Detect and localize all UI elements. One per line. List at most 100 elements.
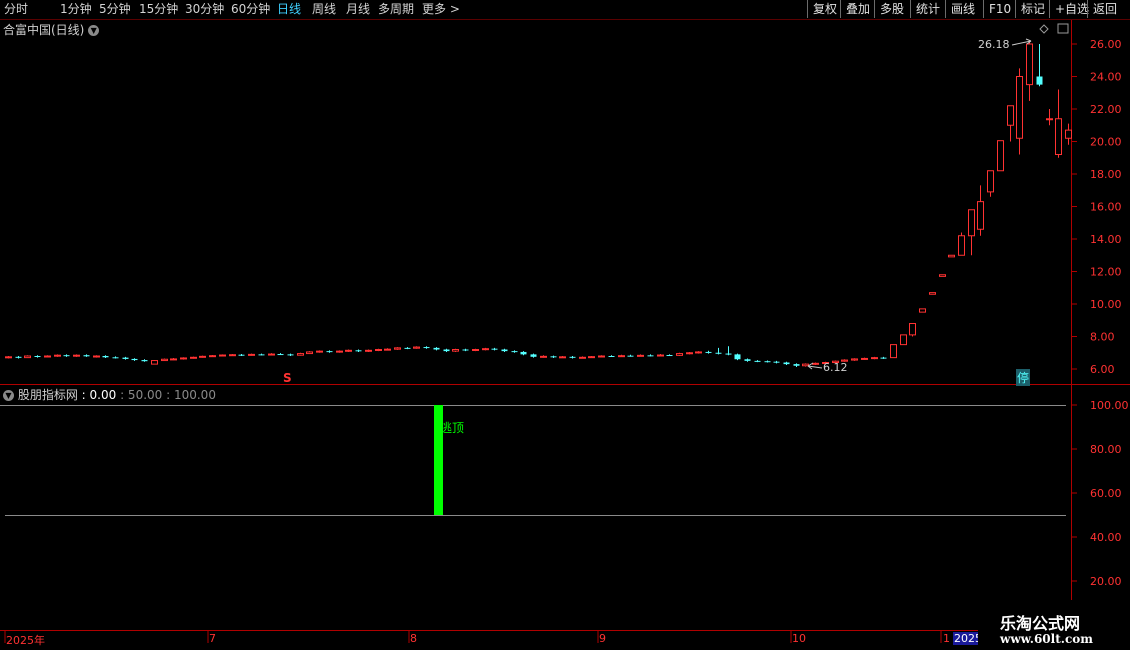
price-tick-label: 8.00: [1090, 331, 1115, 344]
candle: [715, 347, 722, 355]
low-price-label: 6.12: [823, 361, 848, 374]
candle: [890, 344, 897, 359]
candle: [404, 347, 411, 350]
candle-body: [336, 350, 343, 353]
candle-body: [287, 354, 294, 356]
candle: [306, 351, 313, 355]
candle-body: [83, 355, 90, 357]
candle-body: [355, 350, 362, 352]
candle: [365, 349, 372, 352]
indicator-tick-label: 40.00: [1090, 531, 1122, 544]
suspend-marker: 停: [1016, 369, 1031, 386]
candle-body: [1007, 105, 1014, 126]
candle: [948, 254, 955, 258]
candle: [93, 355, 100, 358]
candle-body: [63, 355, 70, 357]
candle: [1065, 123, 1072, 145]
window-icon: [1057, 23, 1069, 34]
candle-body: [725, 353, 732, 355]
candle: [929, 292, 936, 295]
candle-body: [812, 362, 819, 365]
candle: [491, 347, 498, 351]
candle-body: [219, 354, 226, 357]
candle-body: [297, 353, 304, 356]
candle-body: [180, 357, 187, 360]
candle: [443, 348, 450, 352]
candle: [734, 353, 741, 361]
candle: [725, 346, 732, 356]
candle-body: [637, 354, 644, 357]
candle-series: [5, 41, 1072, 368]
candle: [695, 351, 702, 354]
candle-body: [861, 357, 868, 360]
candle: [1026, 41, 1033, 101]
candle-body: [365, 349, 372, 352]
candle: [54, 354, 61, 357]
candle: [238, 354, 245, 356]
candle-body: [131, 358, 138, 361]
candle: [559, 356, 566, 359]
candle-body: [968, 209, 975, 237]
kline-chart[interactable]: 26.0024.0022.0020.0018.0016.0014.0012.00…: [0, 0, 1130, 650]
candle-body: [102, 356, 109, 358]
candle-body: [919, 308, 926, 313]
candle-body: [443, 349, 450, 352]
candle: [268, 353, 275, 356]
candle: [122, 356, 129, 360]
price-tick-label: 16.00: [1090, 201, 1122, 214]
candle-body: [209, 355, 216, 358]
candle: [24, 355, 31, 359]
candle: [968, 209, 975, 256]
candle-body: [997, 140, 1004, 172]
candle-body: [229, 354, 236, 357]
candle-body: [501, 349, 508, 352]
candle-body: [1046, 118, 1053, 121]
candle-body: [199, 355, 206, 358]
candle: [802, 363, 809, 367]
high-price-label: 26.18: [978, 38, 1010, 51]
time-label-1: 1: [943, 632, 950, 645]
candle: [394, 347, 401, 350]
candle: [199, 355, 206, 358]
candle-body: [987, 170, 994, 193]
candle: [190, 356, 197, 359]
price-axis: 26.00 24.00 22.00 20.00 18.00 16.00 14.00 12.00…: [1071, 38, 1122, 376]
candle: [112, 356, 119, 359]
candle: [647, 354, 654, 357]
time-label-year: 2025年: [6, 634, 45, 647]
candle-body: [44, 355, 51, 358]
candle: [783, 361, 790, 365]
candle-body: [569, 356, 576, 358]
candle: [482, 347, 489, 351]
candle-body: [715, 352, 722, 354]
candle-body: [345, 349, 352, 352]
candle: [569, 356, 576, 359]
candle: [345, 349, 352, 352]
indicator-tick-label: 80.00: [1090, 443, 1122, 456]
candle: [618, 354, 625, 358]
candle-body: [54, 354, 61, 357]
candle-body: [1026, 43, 1033, 86]
candle: [277, 353, 284, 356]
candle-body: [530, 354, 537, 357]
candle: [151, 360, 158, 365]
candle-body: [559, 356, 566, 359]
candle-body: [705, 351, 712, 353]
candle-body: [24, 355, 31, 359]
candle-body: [900, 334, 907, 346]
candle: [83, 354, 90, 357]
candle-body: [773, 361, 780, 363]
candle-body: [676, 353, 683, 356]
candle: [501, 348, 508, 352]
candle: [131, 358, 138, 361]
candle: [355, 349, 362, 352]
candle-body: [5, 356, 12, 359]
price-tick-label: 26.00: [1090, 38, 1122, 51]
candle: [287, 353, 294, 356]
price-tick-label: 12.00: [1090, 266, 1122, 279]
candle-body: [482, 348, 489, 351]
candle-body: [161, 358, 168, 362]
candle: [44, 355, 51, 358]
candle-body: [511, 351, 518, 353]
candle: [180, 357, 187, 360]
